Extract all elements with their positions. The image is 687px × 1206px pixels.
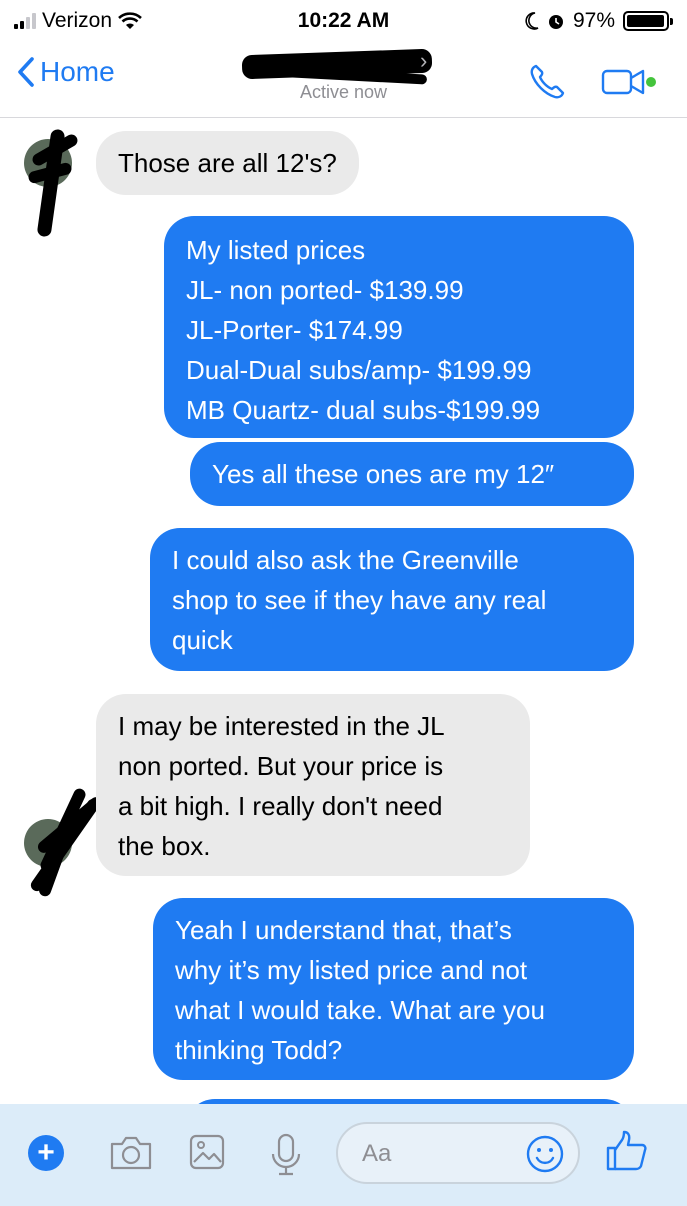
message-bubble-outgoing[interactable]: I could also ask the Greenville shop to … [150,528,634,671]
emoji-icon[interactable] [524,1133,566,1175]
message-line: Yeah I understand that, that’s [175,915,512,945]
message-input[interactable]: Aa [336,1122,580,1184]
status-bar: Verizon 10:22 AM 97% [0,0,687,44]
message-line: non ported. But your price is [118,751,444,781]
message-line: why it’s my listed price and not [175,955,528,985]
battery-percent: 97% [572,9,615,32]
message-line: I may be interested in the JL [118,711,445,741]
moon-icon [525,12,539,30]
message-line: Those are all 12's? [118,148,337,178]
plus-icon[interactable]: + [28,1135,64,1171]
message-line: the box. [118,831,211,861]
message-bubble-outgoing[interactable]: Yes all these ones are my 12″ [190,442,634,506]
message-bubble-outgoing[interactable]: Yeah I understand that, that’s why it’s … [153,898,634,1080]
battery-fill [627,15,664,27]
battery-icon [623,11,673,31]
conversation-header: Home › Active now [0,44,687,118]
message-line: JL- non ported- $139.99 [186,275,464,305]
microphone-icon[interactable] [268,1132,304,1180]
message-bubble-incoming[interactable]: Those are all 12's? [96,131,359,195]
message-line: a bit high. I really don't need [118,791,443,821]
video-camera-icon[interactable] [601,65,657,99]
message-line: Yes all these ones are my 12″ [212,459,555,489]
message-line: what I would take. What are you [175,995,545,1025]
composer-bar: + Aa [0,1104,687,1206]
message-line: MB Quartz- dual subs-$199.99 [186,395,541,425]
phone-icon[interactable] [527,62,567,102]
alarm-icon [548,15,563,29]
camera-icon[interactable] [108,1132,154,1174]
status-right: 97% [525,9,673,33]
chevron-right-icon: › [420,48,428,73]
message-line: I could also ask the Greenville [172,545,519,575]
message-bubble-outgoing[interactable]: My listed prices JL- non ported- $139.99… [164,216,634,438]
gallery-icon[interactable] [188,1132,228,1174]
message-line: shop to see if they have any real [172,585,547,615]
message-line: quick [172,625,233,655]
message-line: Dual-Dual subs/amp- $199.99 [186,355,532,385]
message-line: JL-Porter- $174.99 [186,315,403,345]
message-bubble-incoming[interactable]: I may be interested in the JL non ported… [96,694,530,876]
message-thread[interactable]: Those are all 12's? My listed prices JL-… [0,119,687,1104]
message-line: My listed prices [186,235,366,265]
thumbs-up-icon[interactable] [604,1128,650,1174]
message-input-placeholder: Aa [362,1140,392,1167]
nav-actions [527,62,657,102]
message-line: thinking Todd? [175,1035,343,1065]
